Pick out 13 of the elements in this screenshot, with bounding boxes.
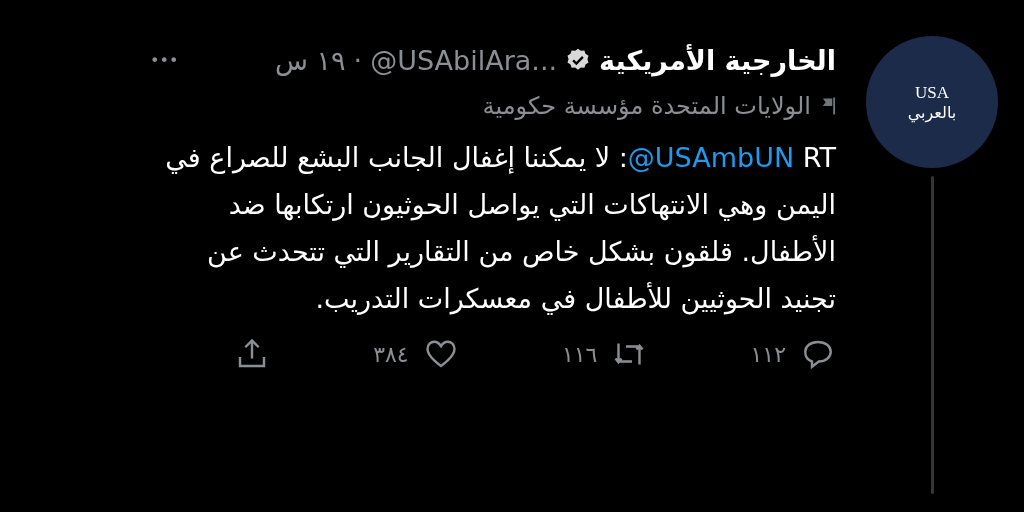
account-handle: @USAbilAra... (370, 44, 558, 76)
account-label: الولايات المتحدة مؤسسة حكومية (482, 92, 811, 120)
logo-text: USA (915, 82, 949, 103)
flag-icon (821, 95, 836, 117)
action-count: ١١٦ (561, 341, 598, 367)
mention-link[interactable]: @USAmbUN (627, 142, 795, 173)
account-name[interactable]: الخارجية الأمريكية (599, 44, 836, 76)
action-count: ٣٨٤ (373, 341, 409, 367)
logo-text: بالعربي (907, 102, 957, 122)
action-count: ١١٢ (750, 341, 786, 367)
more-button[interactable]: ••• (150, 50, 179, 70)
separator-dot: · (353, 44, 363, 76)
tweet-time: ١٩ س (275, 44, 346, 76)
